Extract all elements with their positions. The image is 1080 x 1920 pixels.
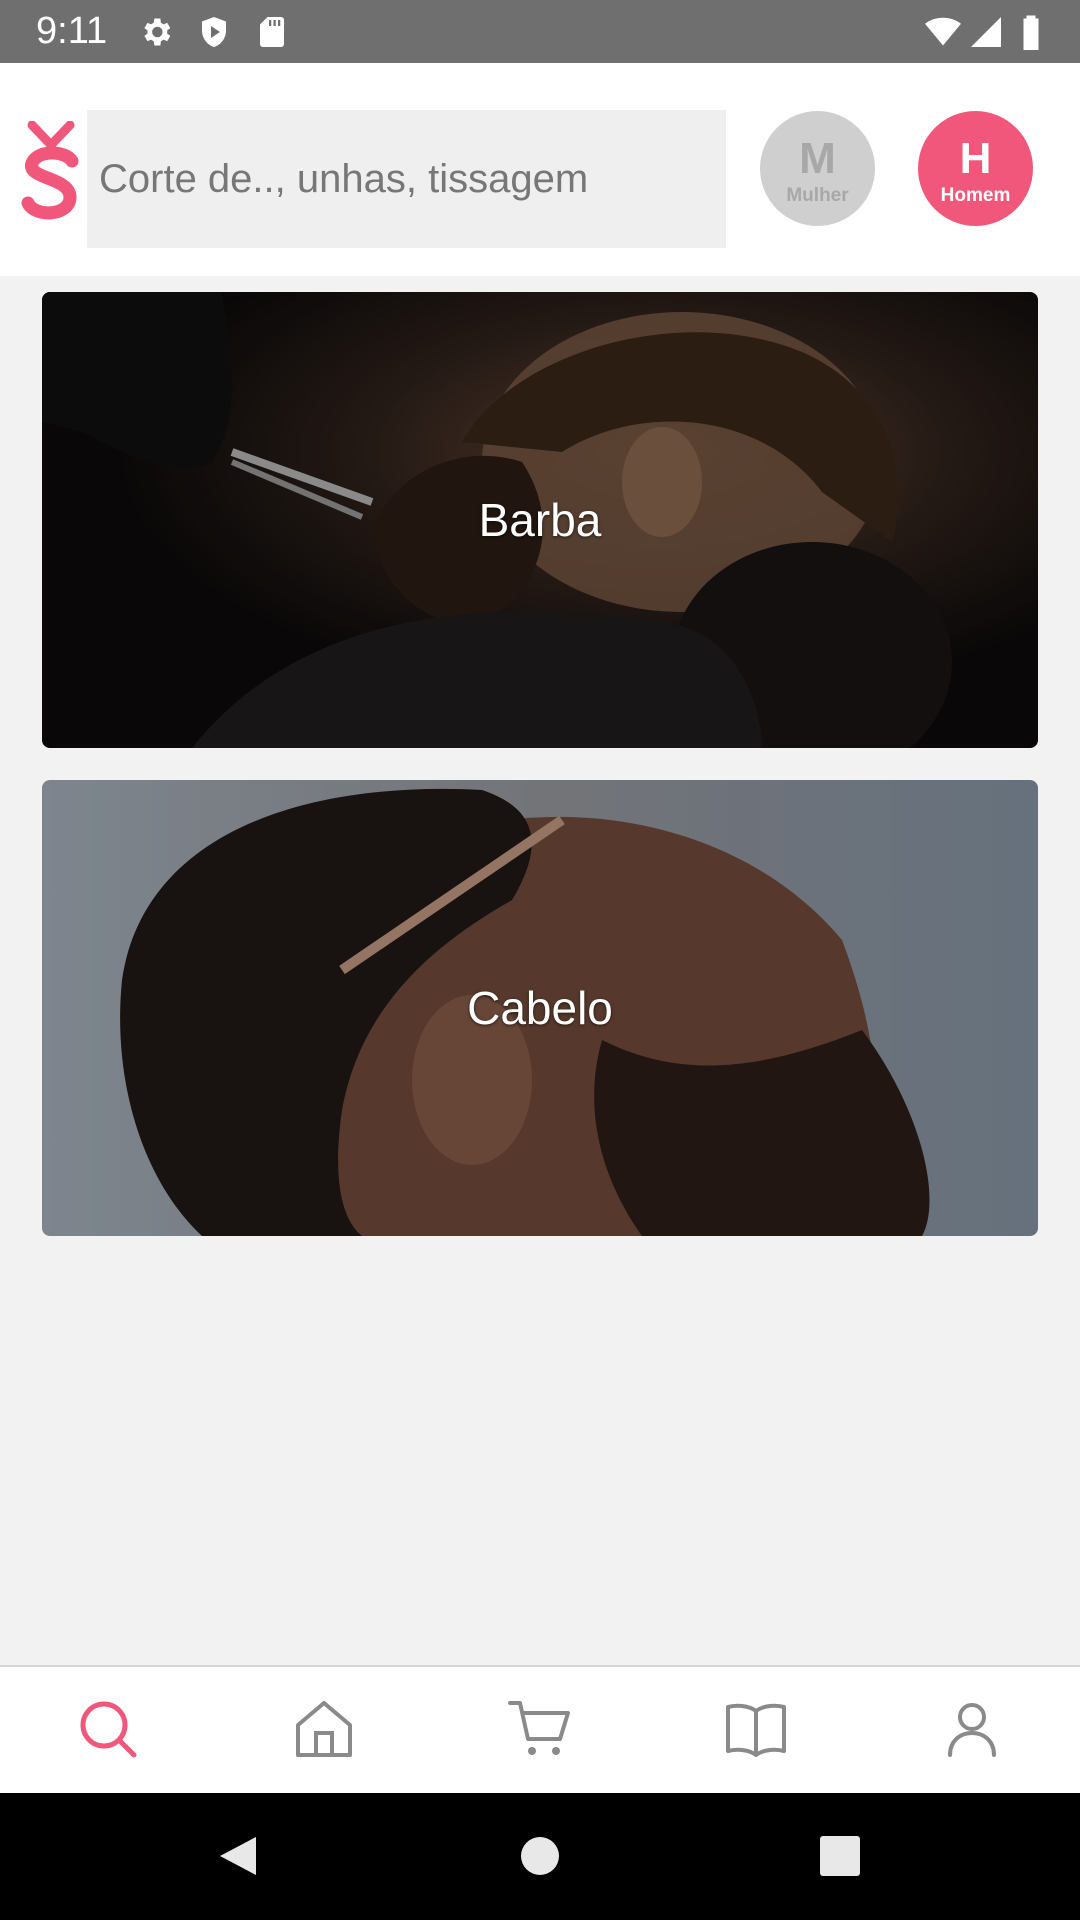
gear-icon	[138, 14, 174, 50]
home-icon[interactable]	[292, 1697, 356, 1761]
cart-icon[interactable]	[508, 1697, 572, 1761]
gender-label: Mulher	[786, 185, 849, 206]
profile-icon[interactable]	[940, 1697, 1004, 1761]
status-time: 9:11	[36, 10, 108, 52]
bottom-navigation	[0, 1665, 1080, 1793]
gender-label: Homem	[940, 185, 1011, 206]
header: M Mulher H Homem	[0, 63, 1080, 276]
gender-filter-woman-button[interactable]: M Mulher	[760, 111, 875, 226]
gender-filter-man-button[interactable]: H Homem	[918, 111, 1033, 226]
gender-letter: M	[799, 134, 836, 183]
recents-icon[interactable]	[817, 1833, 863, 1879]
search-input[interactable]	[87, 110, 726, 248]
battery-icon	[1016, 14, 1046, 50]
sd-card-icon	[254, 14, 290, 50]
book-icon[interactable]	[724, 1697, 788, 1761]
category-label: Barba	[478, 494, 602, 546]
wifi-icon	[922, 14, 964, 50]
brand-logo-icon[interactable]	[20, 121, 82, 221]
back-icon[interactable]	[216, 1833, 262, 1879]
signal-icon	[968, 14, 1004, 50]
category-card-cabelo[interactable]: Cabelo	[42, 780, 1038, 1236]
status-bar: 9:11	[0, 0, 1080, 63]
category-card-barba[interactable]: Barba	[42, 292, 1038, 748]
gender-letter: H	[959, 134, 992, 183]
category-label: Cabelo	[467, 982, 613, 1034]
home-circle-icon[interactable]	[517, 1833, 563, 1879]
search-icon[interactable]	[76, 1697, 140, 1761]
shield-icon	[196, 14, 232, 50]
system-navigation-bar	[0, 1793, 1080, 1920]
